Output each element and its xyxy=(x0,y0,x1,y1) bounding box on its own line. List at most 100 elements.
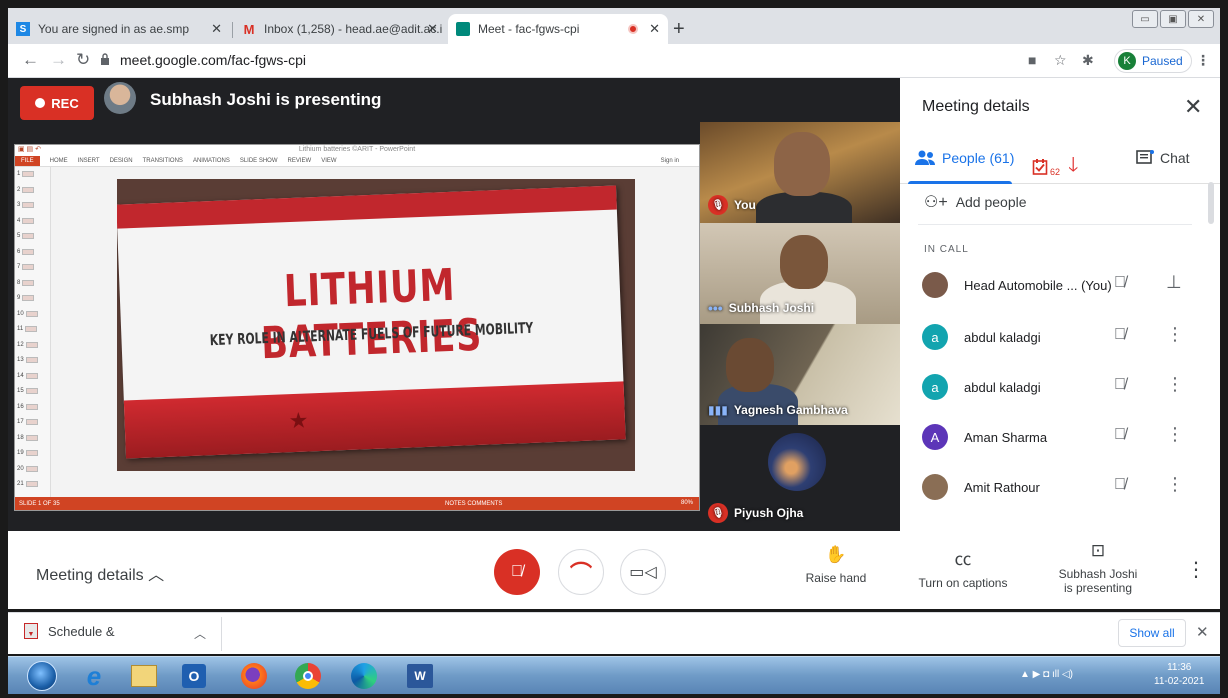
video-tile-piyush-ojha[interactable]: 🎙 Piyush Ojha xyxy=(700,425,908,531)
close-tab-icon[interactable]: ✕ xyxy=(649,21,660,37)
tab-tasks[interactable]: 62 🡓 xyxy=(1032,150,1078,184)
slide-number: 21 xyxy=(17,481,24,487)
back-icon[interactable]: ← xyxy=(22,50,39,70)
more-options-icon[interactable]: ⋮ xyxy=(1166,374,1184,395)
profile-button[interactable]: K Paused xyxy=(1114,49,1192,73)
camera-toggle-button[interactable]: ▭◁ xyxy=(620,549,666,595)
taskbar-edge[interactable] xyxy=(344,660,384,692)
taskbar-outlook[interactable]: O xyxy=(174,660,214,692)
slide-thumbnail[interactable]: 19 xyxy=(17,450,38,456)
add-people-button[interactable]: ⚇+ Add people xyxy=(924,192,1027,212)
participant-row[interactable]: Amit Rathour 🎙̸ ⋮ xyxy=(900,466,1220,514)
presenter-avatar xyxy=(104,82,136,114)
slide-thumbnail[interactable]: 20 xyxy=(17,465,38,472)
taskbar-explorer[interactable] xyxy=(124,660,164,692)
close-tab-icon[interactable]: ✕ xyxy=(427,21,438,37)
new-tab-button[interactable]: + xyxy=(673,18,685,41)
slide-number: 14 xyxy=(17,372,24,379)
shared-screen-powerpoint: Lithium batteries ©ARIT - PowerPoint ▣ ▤… xyxy=(14,144,700,511)
start-button[interactable] xyxy=(22,660,62,692)
slide-thumbnail[interactable]: 16 xyxy=(17,403,38,410)
slide-thumbnail[interactable]: 14 xyxy=(17,372,38,379)
slide-thumbnail[interactable]: 5 xyxy=(17,233,35,239)
maximize-icon[interactable]: ▣ xyxy=(1160,10,1186,28)
slide-thumbnail[interactable]: 13 xyxy=(17,357,38,363)
slide-thumbnail[interactable]: 2 xyxy=(17,186,35,193)
mic-off-icon: 🎙̸ xyxy=(1114,326,1126,343)
slide-thumbnail[interactable]: 10 xyxy=(17,310,38,317)
meeting-details-toggle[interactable]: Meeting details ︿ xyxy=(36,561,164,585)
reload-icon[interactable]: ↻ xyxy=(76,50,90,70)
browser-menu-icon[interactable]: ⋮ xyxy=(1196,52,1210,69)
tab-chat[interactable]: Chat xyxy=(1136,150,1190,166)
slide-number: 2 xyxy=(17,186,21,193)
taskbar-clock[interactable]: 11:36 11-02-2021 xyxy=(1154,661,1204,689)
slide-thumb-image xyxy=(22,171,35,177)
slide-thumbnail[interactable]: 17 xyxy=(17,419,38,425)
microphone-toggle-button[interactable]: 🎙̸ xyxy=(494,549,540,595)
slide-thumbnail[interactable]: 1 xyxy=(17,171,35,177)
extensions-icon[interactable]: ✱ xyxy=(1082,52,1094,69)
slide-thumbnail[interactable]: 6 xyxy=(17,248,35,255)
video-tile-subhash-joshi[interactable]: ••• Subhash Joshi xyxy=(700,223,908,324)
slide-thumbnail[interactable]: 21 xyxy=(17,481,38,487)
taskbar-firefox[interactable] xyxy=(234,660,274,692)
ppt-tab: FILE xyxy=(15,155,40,166)
more-options-icon[interactable]: ⋮ xyxy=(1186,557,1206,582)
close-window-icon[interactable]: ✕ xyxy=(1188,10,1214,28)
taskbar-ie[interactable]: e xyxy=(74,660,114,692)
browser-tab-signed-in[interactable]: S You are signed in as ae.smp ✕ xyxy=(8,14,230,44)
participant-row[interactable]: a abdul kaladgi 🎙̸ ⋮ xyxy=(900,366,1220,414)
download-item[interactable]: ▼ Schedule & xyxy=(24,623,115,639)
slide-thumb-image xyxy=(22,233,35,239)
ppt-window-title: Lithium batteries ©ARIT - PowerPoint xyxy=(15,145,699,155)
slide-thumbnail[interactable]: 15 xyxy=(17,388,38,394)
participant-row[interactable]: A Aman Sharma 🎙̸ ⋮ xyxy=(900,416,1220,464)
close-downloads-icon[interactable]: ✕ xyxy=(1196,623,1209,641)
leave-call-button[interactable]: ⌒ xyxy=(558,549,604,595)
address-bar-url[interactable]: meet.google.com/fac-fgws-cpi xyxy=(120,52,306,68)
close-panel-icon[interactable]: ✕ xyxy=(1184,94,1202,120)
bookmark-star-icon[interactable]: ☆ xyxy=(1054,52,1067,69)
slide-thumbnail[interactable]: 18 xyxy=(17,434,38,441)
slide-thumbnail[interactable]: 4 xyxy=(17,217,35,224)
minimize-icon[interactable]: ▭ xyxy=(1132,10,1158,28)
participant-row[interactable]: a abdul kaladgi 🎙̸ ⋮ xyxy=(900,316,1220,364)
lock-icon xyxy=(101,53,109,65)
taskbar-word[interactable]: W xyxy=(400,660,440,692)
captions-button[interactable]: ㏄ Turn on captions xyxy=(908,545,1018,590)
meet-icon xyxy=(456,22,470,36)
video-tile-yagnesh-gambhava[interactable]: ▮▮▮ Yagnesh Gambhava xyxy=(700,324,908,425)
slide-thumbnail[interactable]: 9 xyxy=(17,295,35,301)
forward-icon[interactable]: → xyxy=(50,50,67,70)
pin-icon[interactable]: ⊥ xyxy=(1166,272,1182,293)
mic-off-icon: 🎙̸ xyxy=(1114,426,1126,443)
taskbar-chrome[interactable] xyxy=(288,660,328,692)
ppt-quick-access-icon: ▣ ▤ ↶ xyxy=(18,146,41,153)
close-tab-icon[interactable]: ✕ xyxy=(211,21,222,37)
show-all-button[interactable]: Show all xyxy=(1118,619,1186,647)
panel-scrollbar[interactable] xyxy=(1208,182,1214,224)
slide-thumbnail[interactable]: 3 xyxy=(17,202,35,208)
slide-thumbnail[interactable]: 11 xyxy=(17,326,38,332)
system-tray-icons[interactable]: ▲ ▶ ◘ ıll ◁) xyxy=(1020,669,1073,680)
slide-thumbnail[interactable]: 12 xyxy=(17,341,38,348)
participant-name: You xyxy=(734,198,756,212)
browser-tab-inbox[interactable]: M Inbox (1,258) - head.ae@adit.ac.i ✕ xyxy=(234,14,446,44)
tab-separator xyxy=(232,22,233,38)
tab-people[interactable]: People (61) xyxy=(914,150,1014,166)
presenting-button[interactable]: ⊡ Subhash Joshi is presenting xyxy=(1048,541,1148,595)
browser-tab-meet[interactable]: Meet - fac-fgws-cpi ✕ xyxy=(448,14,668,44)
more-options-icon[interactable]: ⋮ xyxy=(1166,424,1184,445)
participant-row[interactable]: Head Automobile ... (You) 🎙̸ ⊥ xyxy=(900,264,1220,312)
more-options-icon[interactable]: ⋮ xyxy=(1166,324,1184,345)
more-options-icon[interactable]: ⋮ xyxy=(1166,474,1184,495)
chevron-up-icon[interactable]: ︿ xyxy=(194,625,206,642)
task-check-icon xyxy=(1032,159,1048,175)
raise-hand-button[interactable]: ✋ Raise hand xyxy=(796,545,876,585)
video-tile-you[interactable]: 🎙 You xyxy=(700,122,908,223)
camera-icon[interactable]: ■ xyxy=(1028,52,1036,68)
slide-thumbnail[interactable]: 7 xyxy=(17,264,35,270)
meet-controls-bar: Meeting details ︿ 🎙̸ ⌒ ▭◁ ✋ Raise hand ㏄ T… xyxy=(8,531,1220,609)
slide-thumbnail[interactable]: 8 xyxy=(17,279,35,286)
